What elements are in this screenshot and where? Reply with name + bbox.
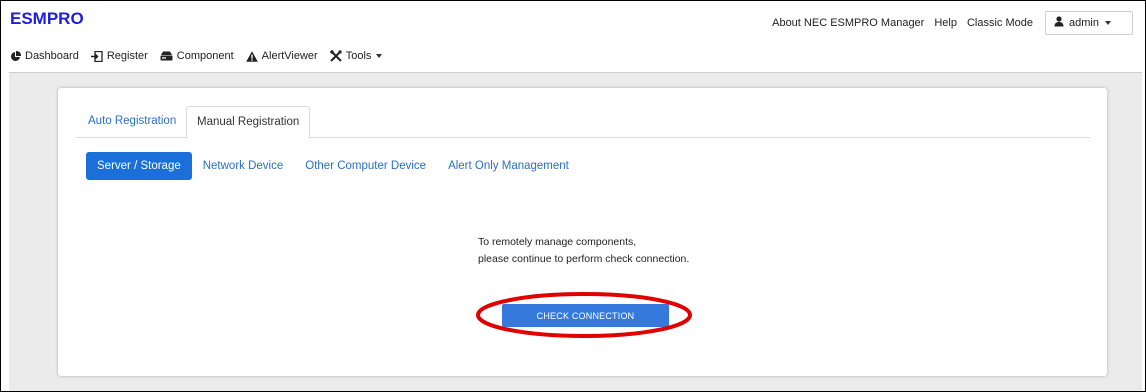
- pill-other-computer-device[interactable]: Other Computer Device: [294, 152, 437, 180]
- pie-chart-icon: [10, 50, 21, 62]
- chevron-down-icon: [376, 54, 383, 58]
- pill-network-device[interactable]: Network Device: [192, 152, 295, 180]
- component-icon: [160, 51, 173, 61]
- help-link[interactable]: Help: [934, 17, 957, 29]
- registration-tabs: Auto Registration Manual Registration: [76, 106, 1090, 139]
- tab-auto-registration[interactable]: Auto Registration: [78, 106, 186, 136]
- pill-alert-only-management[interactable]: Alert Only Management: [437, 152, 580, 180]
- device-type-pills: Server / Storage Network Device Other Co…: [86, 152, 580, 180]
- tools-icon: [329, 50, 342, 62]
- instruction-line-1: To remotely manage components,: [478, 236, 637, 248]
- tab-manual-registration[interactable]: Manual Registration: [186, 106, 311, 139]
- brand-logo[interactable]: ESMPRO: [10, 9, 84, 29]
- user-menu-button[interactable]: admin: [1045, 11, 1133, 35]
- user-icon: [1054, 16, 1064, 30]
- about-link[interactable]: About NEC ESMPRO Manager: [772, 17, 924, 29]
- nav-tools-label: Tools: [345, 50, 372, 62]
- register-icon: [90, 50, 103, 62]
- instruction-line-2: please continue to perform check connect…: [478, 253, 690, 265]
- classic-mode-link[interactable]: Classic Mode: [967, 17, 1033, 29]
- nav-component-label: Component: [176, 50, 234, 62]
- nav-dashboard[interactable]: Dashboard: [10, 50, 79, 62]
- warning-icon: [245, 50, 258, 62]
- nav-register-label: Register: [106, 50, 148, 62]
- main-navigation: Dashboard Register Component AlertViewer…: [10, 50, 383, 62]
- nav-tools[interactable]: Tools: [329, 50, 383, 62]
- app-window: ESMPRO About NEC ESMPRO Manager Help Cla…: [0, 0, 1146, 392]
- highlight-ring: [476, 292, 692, 338]
- pill-server-storage[interactable]: Server / Storage: [86, 152, 192, 180]
- user-name: admin: [1069, 17, 1099, 29]
- nav-register[interactable]: Register: [90, 50, 148, 62]
- nav-component[interactable]: Component: [160, 50, 234, 62]
- registration-card: Auto Registration Manual Registration Se…: [58, 88, 1107, 376]
- chevron-down-icon: [1104, 21, 1111, 25]
- instruction-message: To remotely manage components, please co…: [478, 234, 689, 268]
- top-navigation: About NEC ESMPRO Manager Help Classic Mo…: [772, 11, 1133, 35]
- nav-dashboard-label: Dashboard: [25, 50, 79, 62]
- nav-alertviewer-label: AlertViewer: [261, 50, 318, 62]
- nav-alertviewer[interactable]: AlertViewer: [245, 50, 318, 62]
